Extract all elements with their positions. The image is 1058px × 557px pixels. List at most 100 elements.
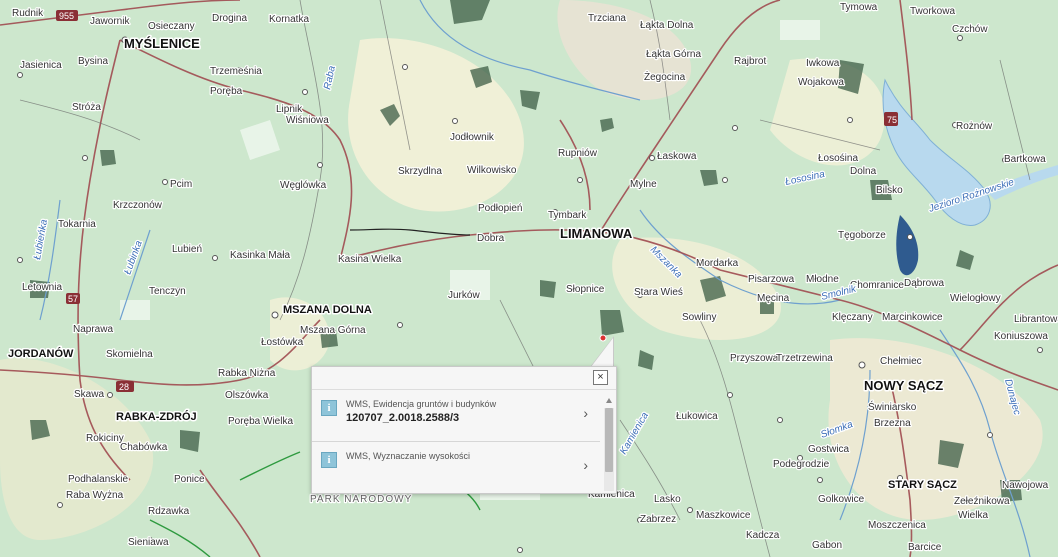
map-label-jodlownik: Jodłownik — [450, 132, 495, 143]
map-label-laskowa: Łaskowa — [657, 151, 697, 162]
map-label-limanowa: LIMANOWA — [560, 226, 633, 241]
map-label-kornatka: Kornatka — [269, 14, 309, 25]
map-label-bilsko: Bilsko — [876, 185, 903, 196]
map-label-nawojowa: Nawojowa — [1002, 480, 1049, 491]
map-label-park-narodowy: PARK NARODOWY — [310, 494, 412, 505]
map-label-rabka-nizna: Rabka Niżna — [218, 368, 276, 379]
map-label-trzciana: Trzciana — [588, 13, 626, 24]
result-title: WMS, Ewidencja gruntów i budynków — [346, 399, 497, 409]
map-label-librantowa: Librantowa — [1014, 314, 1058, 325]
map-label-rabka-zdroj: RABKA-ZDRÓJ — [116, 410, 197, 423]
map-label-pisarzowa: Pisarzowa — [748, 274, 795, 285]
map-label-tenczyn: Tenczyn — [149, 286, 186, 297]
info-icon: i — [321, 452, 337, 468]
map-label-stroza: Stróża — [72, 102, 101, 113]
map-label-slopnice: Słopnice — [566, 284, 605, 295]
popup-scrollbar[interactable] — [604, 408, 614, 491]
map-label-naprawa: Naprawa — [73, 324, 113, 335]
map-label-drogina: Drogina — [212, 13, 247, 24]
map-label-bartkowa: Bartkowa — [1004, 154, 1046, 165]
map-label-podhalanskie: Podhalanskie — [68, 474, 128, 485]
map-label-iwkowa: Iwkowa — [806, 58, 840, 69]
map-label-skawa: Skawa — [74, 389, 104, 400]
map-label-krzczonow: Krzczonów — [113, 200, 163, 211]
map-label-chomranice: Chomranice — [850, 280, 904, 291]
map-label-rajbrot: Rajbrot — [734, 56, 766, 67]
map-label-rokiciny: Rokiciny — [86, 433, 124, 444]
map-label-swiniarsko: Świniarsko — [868, 400, 917, 413]
map-label-rudnik: Rudnik — [12, 8, 44, 19]
map-label-gabon: Gabon — [812, 540, 842, 551]
map-label-weglowka: Węglówka — [280, 180, 327, 191]
map-label-stary-sacz: STARY SĄCZ — [888, 479, 957, 491]
popup-pointer — [591, 338, 613, 367]
map-label-nowy-sacz: NOWY SĄCZ — [864, 378, 943, 393]
map-label-golkowice: Golkowice — [818, 494, 865, 505]
map-label-dobra: Dobra — [477, 233, 505, 244]
map-label-bysina: Bysina — [78, 56, 108, 67]
close-button[interactable]: × — [593, 370, 608, 385]
map-label-podlopien: Podłopień — [478, 203, 522, 214]
map-label-mecina: Męcina — [757, 293, 790, 304]
map-label-tymbark: Tymbark — [548, 210, 587, 221]
map-label-moszczenica: Moszczenica — [868, 520, 926, 531]
result-item-ewidencja[interactable]: i WMS, Ewidencja gruntów i budynków 1207… — [312, 390, 600, 442]
map-label-trzemesnia: Trzemeśnia — [210, 66, 262, 77]
map-label-jurkow: Jurków — [448, 290, 480, 301]
road-number-57: 57 — [68, 294, 78, 304]
map-label-podegrodzie: Podegrodzie — [773, 459, 830, 470]
map-label-dolna: Dolna — [850, 166, 877, 177]
map-label-wojakowa: Wojakowa — [798, 77, 844, 88]
map-label-poreba: Poręba — [210, 86, 243, 97]
map-label-ponice: Ponice — [174, 474, 205, 485]
map-label-raba-wyzna: Raba Wyżna — [66, 490, 124, 501]
map-label-czchow: Czchów — [952, 24, 988, 35]
map-label-jordanow: JORDANÓW — [8, 347, 74, 360]
identify-popup: × i WMS, Ewidencja gruntów i budynków 12… — [311, 366, 617, 494]
map-label-skrzydlna: Skrzydlna — [398, 166, 442, 177]
map-label-mlodne: Młodne — [806, 274, 839, 285]
map-label-tymowa: Tymowa — [840, 2, 878, 13]
map-label-skiercyzna: Sowliny — [682, 312, 716, 323]
chevron-right-icon[interactable]: › — [583, 405, 588, 421]
map-label-barcice: Barcice — [908, 542, 942, 553]
chevron-right-icon[interactable]: › — [583, 457, 588, 473]
map-label-lubien: Lubień — [172, 244, 202, 255]
map-label-kasina-wielka: Kasina Wielka — [338, 254, 402, 265]
map-label-wielka: Wielka — [958, 510, 988, 521]
map-label-zabrzez: Zabrzez — [640, 514, 676, 525]
map-label-kadcza: Kadcza — [746, 530, 780, 541]
map-label-mszana-gorna: Mszana Górna — [300, 325, 366, 336]
map-label-tokarnia: Tokarnia — [58, 219, 96, 230]
result-value: 120707_2.0018.2588/3 — [346, 412, 460, 424]
map-label-kasinka-mala: Kasinka Mała — [230, 250, 290, 261]
map-label-tegoborze: Tęgoborze — [838, 230, 886, 241]
map-label-letownia: Letownia — [22, 282, 62, 293]
map-label-olszowka: Olszówka — [225, 390, 269, 401]
map-label-koniuszowa: Koniuszowa — [994, 331, 1048, 342]
map-label-lasko: Lasko — [654, 494, 681, 505]
map-label-maszkowice: Maszkowice — [696, 510, 751, 521]
map-label-rupniow: Rupniów — [558, 148, 598, 159]
result-title: WMS, Wyznaczanie wysokości — [346, 451, 470, 461]
map-label-zegocina: Żegocina — [644, 70, 686, 83]
map-label-mylne: Mylne — [630, 179, 657, 190]
map-label-marcinkowice: Marcinkowice — [882, 312, 943, 323]
scrollbar-thumb[interactable] — [605, 408, 613, 472]
map-label-lipnik: Lipnik — [276, 104, 303, 115]
map-label-rdzawka: Rdzawka — [148, 506, 190, 517]
map-label-dabrowa: Dąbrowa — [904, 278, 944, 289]
map-label-gostwica: Gostwica — [808, 444, 850, 455]
map-label-trzetrzewina: Trzetrzewina — [776, 353, 833, 364]
map-label-poreba-wielka: Poręba Wielka — [228, 416, 293, 427]
map-label-lakta-dolna: Łąkta Dolna — [640, 20, 694, 31]
scroll-up-arrow-icon[interactable] — [606, 398, 612, 403]
map-label-osieczany: Osieczany — [148, 21, 195, 32]
map-label-wisniowa: Wiśniowa — [286, 115, 329, 126]
result-item-wysokosci[interactable]: i WMS, Wyznaczanie wysokości › — [312, 442, 600, 493]
road-number-28: 28 — [119, 382, 129, 392]
map-label-wieloglowy: Wielogłowy — [950, 293, 1001, 304]
popup-result-list: i WMS, Ewidencja gruntów i budynków 1207… — [312, 390, 600, 493]
map-label-przyszowa: Przyszowa — [730, 353, 779, 364]
road-number-75: 75 — [887, 115, 897, 125]
